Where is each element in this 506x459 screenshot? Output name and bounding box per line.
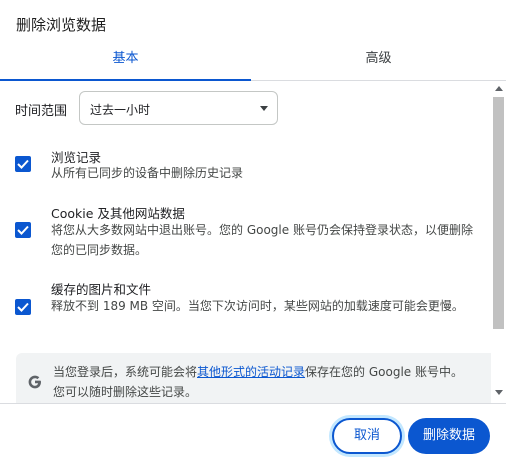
cancel-button[interactable]: 取消: [332, 418, 402, 454]
scrollbar[interactable]: [491, 81, 506, 403]
time-range-select[interactable]: 过去一小时: [79, 91, 278, 125]
option-description: 释放不到 189 MB 空间。当您下次访问时，某些网站的加载速度可能会更慢。: [51, 299, 464, 313]
tab-basic[interactable]: 基本: [0, 42, 251, 81]
activity-info-box: 当您登录后，系统可能会将其他形式的活动记录保存在您的 Google 账号中。您可…: [16, 353, 497, 403]
tab-bar: 基本 高级: [0, 42, 506, 81]
cookies-checkbox[interactable]: [15, 222, 31, 238]
other-activity-link[interactable]: 其他形式的活动记录: [197, 365, 305, 379]
scrollbar-thumb[interactable]: [493, 97, 504, 329]
time-range-label: 时间范围: [15, 104, 68, 119]
info-text: 当您登录后，系统可能会将其他形式的活动记录保存在您的 Google 账号中。您可…: [53, 362, 473, 402]
tab-content-panel: 时间范围 过去一小时 浏览记录 从所有已同步的设备中删除历史记录 Cookie …: [0, 81, 506, 404]
time-range-value: 过去一小时: [90, 103, 151, 117]
checkmark-icon: [17, 159, 29, 169]
option-cookies: Cookie 及其他网站数据 将您从大多数网站中退出账号。您的 Google 账…: [0, 201, 490, 261]
dialog-title: 删除浏览数据: [16, 16, 107, 34]
option-cached-files: 缓存的图片和文件 释放不到 189 MB 空间。当您下次访问时，某些网站的加载速…: [0, 277, 490, 337]
option-browsing-history: 浏览记录 从所有已同步的设备中删除历史记录: [0, 147, 490, 187]
scroll-up-arrow-icon[interactable]: [495, 86, 503, 91]
scroll-down-arrow-icon[interactable]: [495, 390, 503, 395]
delete-data-button[interactable]: 删除数据: [408, 418, 490, 454]
clear-browsing-data-dialog: 删除浏览数据 基本 高级 时间范围 过去一小时 浏览记录 从所有已同步的设备中删…: [0, 0, 506, 459]
option-description: 从所有已同步的设备中删除历史记录: [51, 166, 244, 180]
option-description: 将您从大多数网站中退出账号。您的 Google 账号仍会保持登录状态，以便删除您…: [51, 223, 473, 257]
google-g-icon: [28, 375, 41, 389]
dropdown-arrow-icon: [260, 106, 268, 111]
tab-advanced[interactable]: 高级: [251, 42, 506, 80]
checkmark-icon: [17, 302, 29, 312]
browsing-history-checkbox[interactable]: [15, 156, 31, 172]
cached-files-checkbox[interactable]: [15, 299, 31, 315]
info-text-before: 当您登录后，系统可能会将: [53, 365, 198, 379]
checkmark-icon: [17, 225, 29, 235]
